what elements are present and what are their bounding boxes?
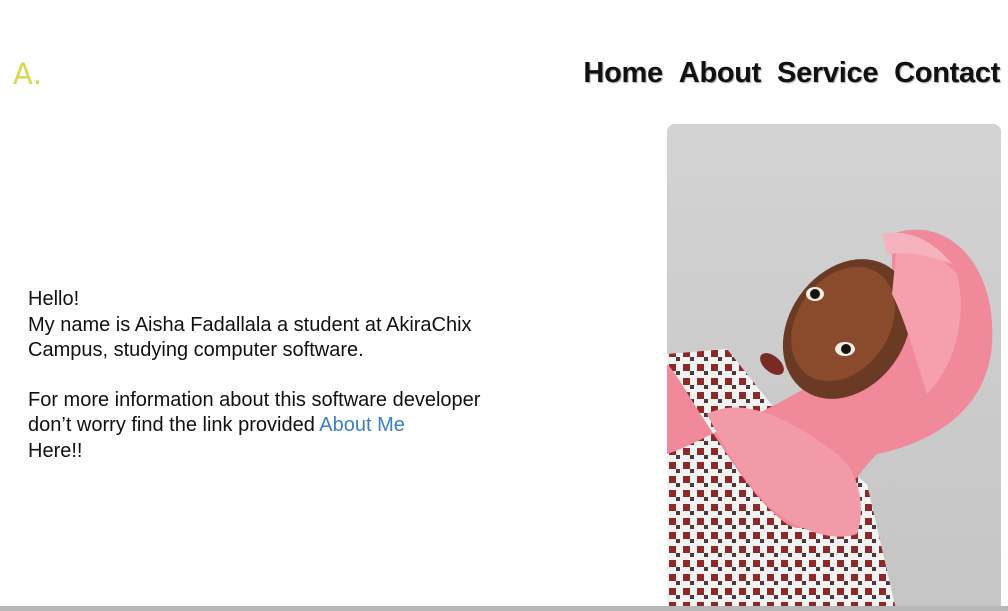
intro-line-3: For more information about this software… [28, 388, 481, 411]
intro-line-2: Campus, studying computer software. [28, 339, 364, 361]
nav-about-link[interactable]: About [679, 55, 762, 91]
about-me-link[interactable]: About Me [319, 414, 405, 436]
intro-section: Hello! My name is Aisha Fadallala a stud… [28, 287, 548, 464]
intro-line-4-text: don’t worry find the link provided [28, 414, 320, 436]
nav-home-link[interactable]: Home [583, 55, 663, 91]
intro-line-5: Here!! [28, 439, 83, 462]
profile-photo-illustration [667, 124, 1001, 611]
nav-service-link[interactable]: Service [777, 55, 878, 91]
bottom-scrollbar[interactable] [0, 606, 1008, 611]
intro-greeting: Hello! [28, 288, 80, 310]
main-nav: Home About Service Contact [583, 55, 1000, 91]
nav-contact-link[interactable]: Contact [894, 55, 1000, 91]
logo[interactable]: A. [13, 57, 43, 91]
page: A. Home About Service Contact Hello! My … [0, 0, 1008, 611]
intro-line-1: My name is Aisha Fadallala a student at … [28, 313, 472, 336]
profile-photo [667, 124, 1001, 611]
intro-line-4: don’t worry find the link provided About… [28, 413, 548, 439]
